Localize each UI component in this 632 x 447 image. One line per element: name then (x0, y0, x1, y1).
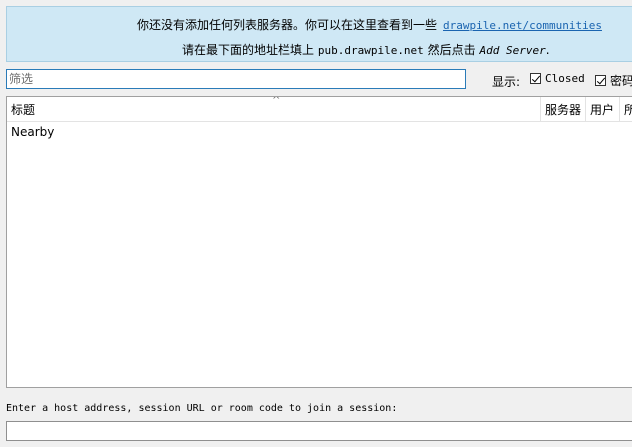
password-checkbox[interactable]: 密码 (595, 72, 632, 89)
info-line-2-prefix: 请在最下面的地址栏填上 (182, 43, 315, 57)
join-address-label: Enter a host address, session URL or roo… (6, 403, 398, 414)
info-line-1-text: 你还没有添加任何列表服务器。你可以在这里查看到一些 (137, 18, 438, 32)
filter-input[interactable] (6, 69, 466, 89)
info-line-1: 你还没有添加任何列表服务器。你可以在这里查看到一些 drawpile.net/co… (137, 16, 602, 33)
column-header-server[interactable]: 服务器 (540, 97, 585, 121)
column-header-users[interactable]: 用户 (585, 97, 619, 121)
column-header-title[interactable]: 标题 (7, 97, 540, 121)
info-banner: 你还没有添加任何列表服务器。你可以在这里查看到一些 drawpile.net/co… (6, 6, 632, 62)
show-label: 显示: (492, 75, 521, 89)
info-line-2: 请在最下面的地址栏填上 pub.drawpile.net 然后点击 Add Se… (182, 41, 550, 58)
checkbox-checked-icon[interactable] (530, 73, 541, 84)
closed-checkbox-label: Closed (545, 72, 585, 85)
list-item-nearby[interactable]: Nearby (11, 125, 54, 139)
info-line-2-middle: 然后点击 (427, 43, 476, 57)
session-list[interactable]: ^ 标题 服务器 用户 所 Nearby (6, 96, 632, 388)
join-address-input[interactable] (6, 421, 632, 441)
closed-checkbox[interactable]: Closed (530, 72, 585, 85)
communities-link[interactable]: drawpile.net/communities (443, 19, 602, 32)
checkbox-checked-icon[interactable] (595, 75, 606, 86)
password-checkbox-label: 密码 (610, 74, 632, 88)
add-server-text: Add Server (479, 44, 546, 57)
public-host-text: pub.drawpile.net (317, 44, 424, 57)
info-line-2-suffix: . (545, 43, 550, 57)
column-header-owner[interactable]: 所 (619, 97, 632, 121)
session-list-header: ^ 标题 服务器 用户 所 (7, 97, 632, 122)
